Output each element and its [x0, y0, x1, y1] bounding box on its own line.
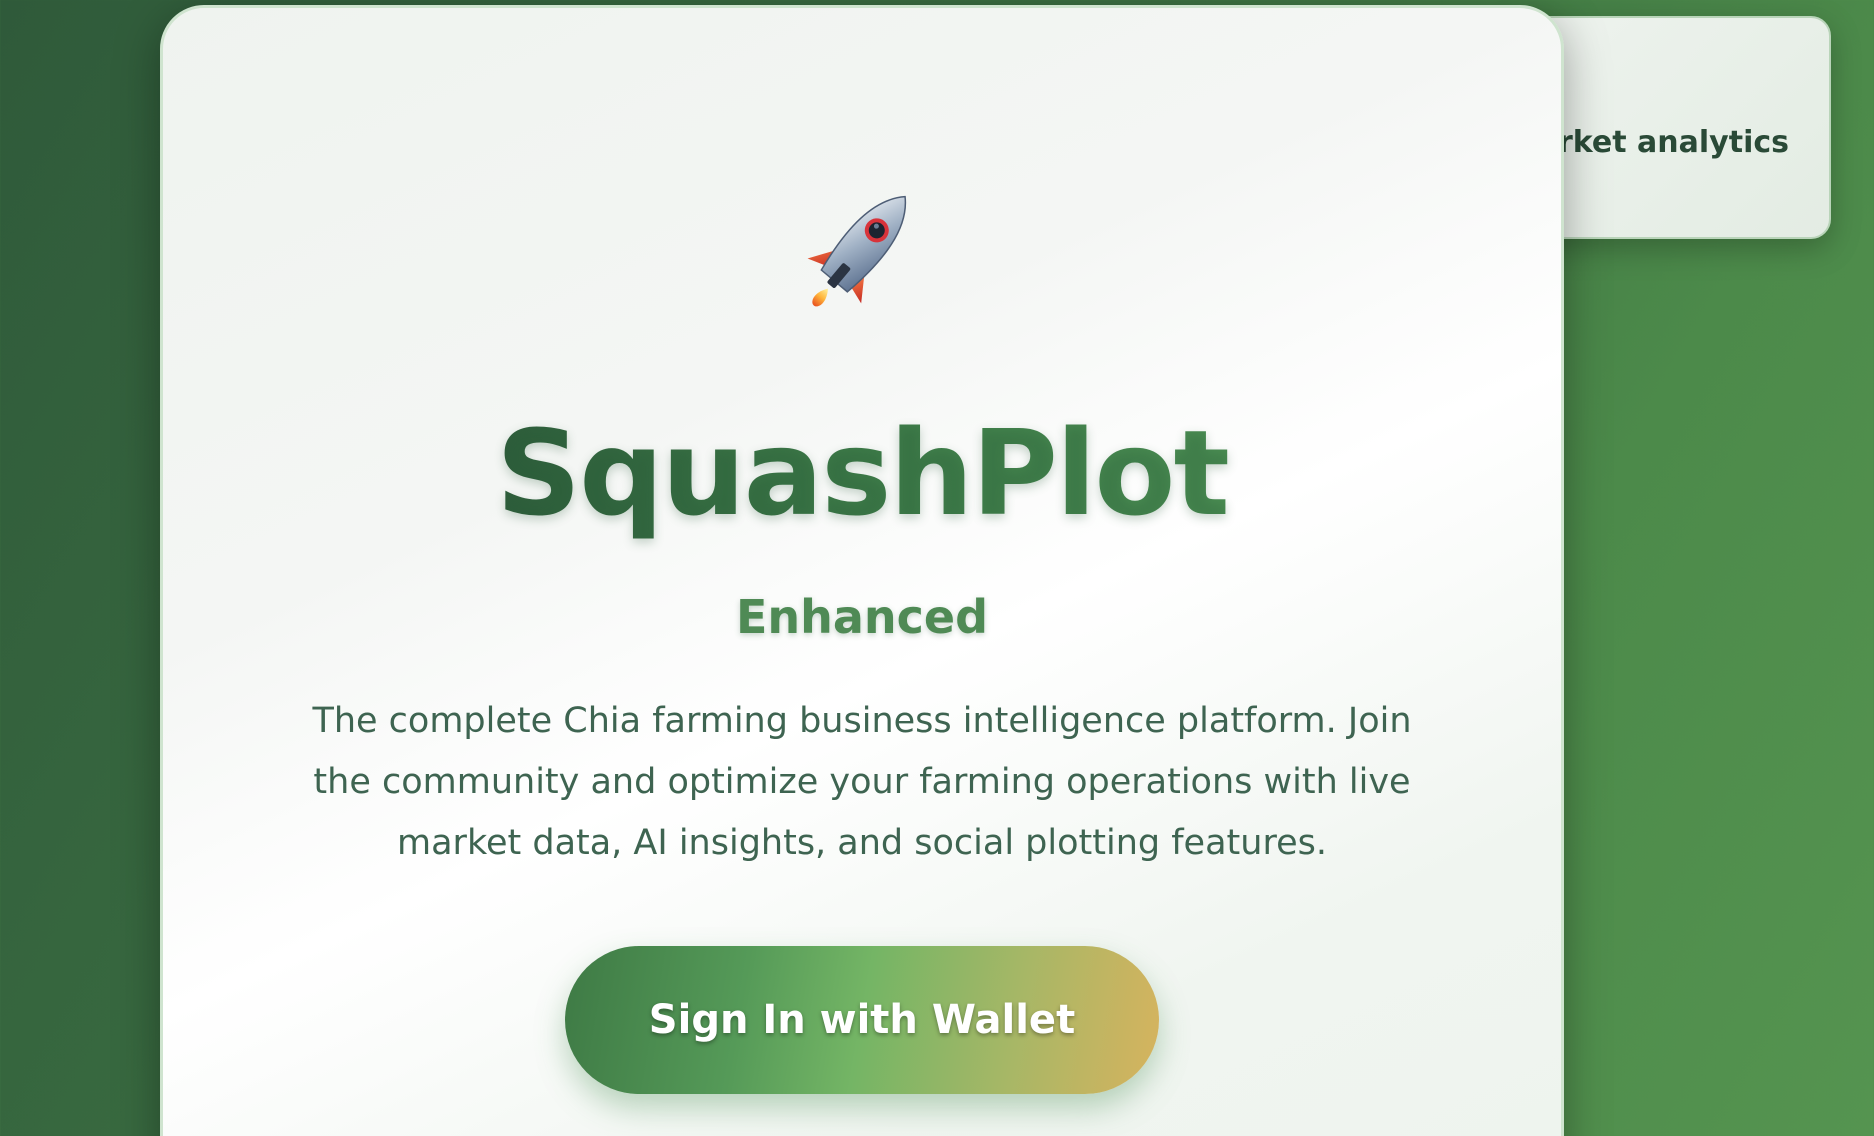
app-description: The complete Chia farming business intel…: [312, 701, 1412, 863]
sign-in-with-wallet-button[interactable]: Sign In with Wallet: [565, 946, 1159, 1094]
feature-card-label: arket analytics: [1537, 125, 1789, 160]
login-card: SquashPlot Enhanced The complete Chia fa…: [160, 5, 1564, 1136]
app-title: SquashPlot: [496, 404, 1230, 542]
app-subtitle: Enhanced: [735, 590, 989, 644]
rocket-icon: [163, 173, 1561, 323]
